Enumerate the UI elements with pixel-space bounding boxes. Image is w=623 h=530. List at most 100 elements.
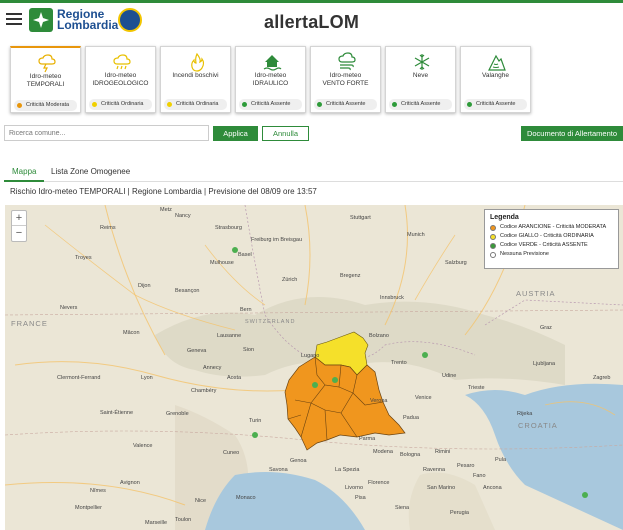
app-title: allertaLOM [263, 12, 360, 32]
city-label: Freiburg im Breisgau [251, 237, 303, 243]
city-label: Ljubljana [533, 361, 556, 367]
city-label: Metz [160, 207, 172, 213]
city-label: Nancy [175, 213, 191, 219]
status-dot [167, 102, 172, 107]
legend-swatch [490, 233, 496, 240]
legend-item: Codice VERDE - Criticità ASSENTE [490, 241, 613, 250]
avalanche-icon [488, 54, 506, 71]
tab-mappa[interactable]: Mappa [4, 162, 45, 182]
city-label: Avignon [120, 480, 140, 486]
city-label: Bolzano [369, 333, 389, 339]
city-label: Valence [133, 443, 153, 449]
apply-button[interactable]: Applica [213, 126, 258, 141]
city-label: Marseille [145, 520, 168, 526]
card-idrogeologico[interactable]: Idro-meteo IDROGEOLOGICO Criticità Ordina… [85, 46, 156, 113]
city-label: Ancona [483, 485, 502, 491]
cancel-button[interactable]: Annulla [262, 126, 309, 141]
city-label: Bregenz [340, 273, 361, 279]
city-label: Cuneo [223, 450, 240, 456]
legend-item: Codice ARANCIONE - Criticità MODERATA [490, 223, 613, 232]
card-incendi[interactable]: Incendi boschivi Criticità Ordinaria [160, 46, 231, 113]
city-label: Nîmes [90, 488, 106, 494]
city-label: Strasbourg [215, 225, 242, 231]
card-label: Valanghe [482, 72, 509, 79]
tab-lista-zone[interactable]: Lista Zone Omogenee [43, 162, 138, 182]
status-dot [92, 102, 97, 107]
legend-swatch [490, 242, 496, 249]
flooded-house-icon [263, 55, 282, 71]
card-valanghe[interactable]: Valanghe Criticità Assente [460, 46, 531, 113]
city-label: Basel [238, 252, 252, 258]
status-badge: Criticità Assente [464, 99, 527, 110]
city-label: Turin [249, 418, 262, 424]
city-label: Ravenna [423, 467, 446, 473]
city-label: Fano [473, 473, 486, 479]
legend-title: Legenda [490, 214, 519, 221]
status-badge: Criticità Assente [239, 99, 302, 110]
country-label: SWITZERLAND [245, 319, 296, 325]
city-label: Geneva [187, 348, 207, 354]
search-input[interactable] [4, 125, 209, 141]
city-label: Stuttgart [350, 215, 371, 221]
city-label: Savona [269, 467, 288, 473]
city-label: Annecy [203, 365, 222, 371]
status-badge: Criticità Moderata [14, 100, 77, 111]
city-label: Saint-Étienne [100, 410, 134, 416]
snowflake-icon [414, 54, 430, 70]
country-label: AUSTRIA [516, 289, 556, 298]
fire-icon [191, 52, 205, 72]
zoom-in-button[interactable]: + [12, 211, 26, 226]
city-label: Dijon [138, 283, 151, 289]
city-label: Rijeka [517, 411, 533, 417]
city-label: Nevers [60, 305, 78, 311]
city-label: La Spezia [335, 467, 360, 473]
city-label: Mâcon [123, 330, 140, 336]
document-button[interactable]: Documento di Allertamento [521, 126, 623, 141]
city-label: Lausanne [217, 333, 242, 339]
city-label: Chambéry [191, 388, 217, 394]
legend-swatch [490, 251, 496, 258]
city-label: Parma [359, 436, 376, 442]
city-label: Monaco [236, 495, 256, 501]
card-label: Neve [412, 72, 429, 79]
country-label: CROATIA [518, 421, 558, 430]
map-legend: Legenda Codice ARANCIONE - Criticità MOD… [484, 209, 619, 269]
storm-icon [38, 54, 56, 73]
city-label: San Marino [427, 485, 456, 491]
legend-item: Nessuna Previsione [490, 250, 613, 259]
status-dot [242, 102, 247, 107]
card-neve[interactable]: Neve Criticità Assente [385, 46, 456, 113]
city-label: Zürich [282, 277, 298, 283]
city-label: Reims [100, 225, 116, 231]
city-label: Perugia [450, 510, 469, 516]
city-label: Bern [240, 307, 252, 313]
city-label: Genoa [290, 458, 307, 464]
city-label: Florence [368, 480, 390, 486]
city-label: Nice [195, 498, 207, 504]
card-label: Idro-meteo TEMPORALI [26, 73, 65, 88]
card-label: Idro-meteo IDRAULICO [252, 72, 289, 87]
map-view[interactable]: FRANCE AUSTRIA CROATIA SWITZERLAND Stutt… [5, 205, 623, 530]
status-dot [317, 102, 322, 107]
city-label: Aosta [227, 375, 242, 381]
city-label: Munich [407, 232, 425, 238]
card-label: Idro-meteo VENTO FORTE [322, 72, 369, 87]
card-label: Idro-meteo IDROGEOLOGICO [92, 72, 149, 87]
city-label: Rimini [435, 449, 451, 455]
city-label: Besançon [175, 288, 200, 294]
card-temporali[interactable]: Idro-meteo TEMPORALI Criticità Moderata [10, 46, 81, 113]
city-label: Zagreb [593, 375, 611, 381]
city-label: Livorno [345, 485, 364, 491]
map-subtitle: Rischio Idro-meteo TEMPORALI | Regione L… [10, 187, 317, 196]
view-tabs: Mappa Lista Zone Omogenee [4, 162, 623, 182]
city-label: Salzburg [445, 260, 467, 266]
city-label: Trieste [468, 385, 485, 391]
city-label: Pisa [355, 495, 366, 501]
zoom-out-button[interactable]: − [12, 226, 26, 241]
city-label: Lyon [141, 375, 153, 381]
status-badge: Criticità Ordinaria [164, 99, 227, 110]
card-idraulico[interactable]: Idro-meteo IDRAULICO Criticità Assente [235, 46, 306, 113]
city-label: Sion [243, 347, 255, 353]
card-vento-forte[interactable]: Idro-meteo VENTO FORTE Criticità Assente [310, 46, 381, 113]
status-badge: Criticità Assente [314, 99, 377, 110]
